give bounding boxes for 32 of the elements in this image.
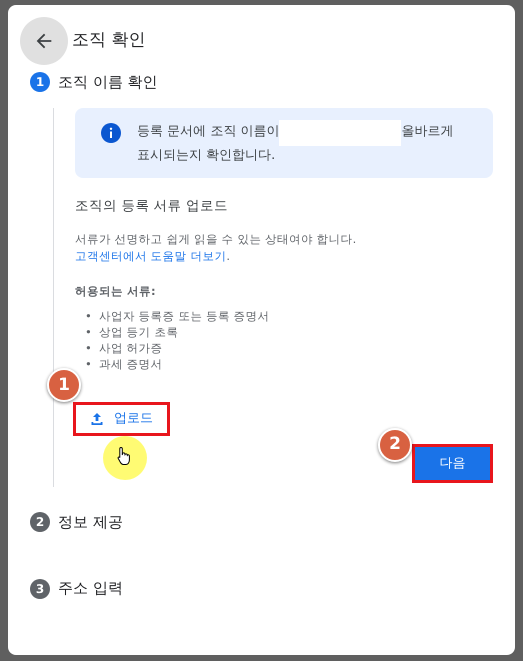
step-number: 3	[30, 578, 50, 599]
notice-text: 등록 문서에 조직 이름이	[137, 123, 280, 142]
step-label: 조직 이름 확인	[58, 72, 158, 93]
info-icon	[101, 122, 121, 142]
help-text: 서류가 선명하고 쉽게 읽을 수 있는 상태여야 합니다.	[75, 232, 356, 246]
back-button[interactable]	[20, 17, 68, 65]
cursor-highlight	[103, 436, 147, 480]
dialog-title: 조직 확인	[72, 29, 146, 52]
next-button[interactable]: 다음	[412, 444, 493, 483]
callout-badge: 1	[47, 368, 81, 402]
step-label: 정보 제공	[58, 512, 123, 533]
notice-text: 올바르게	[401, 123, 454, 142]
bullet-marker: •	[85, 340, 93, 356]
callout-badge: 2	[378, 428, 412, 462]
step-number: 1	[30, 72, 50, 92]
allowed-label: 허용되는 서류:	[75, 283, 157, 300]
document-item: 사업 허가증	[99, 340, 163, 356]
step-number: 2	[30, 512, 50, 532]
document-item: 상업 등기 초록	[99, 324, 178, 340]
upload-icon	[90, 412, 104, 426]
step-label: 주소 입력	[58, 578, 123, 600]
hand-cursor-icon	[117, 446, 133, 466]
upload-button[interactable]: 업로드	[73, 402, 170, 436]
bullet-marker: •	[85, 308, 93, 324]
notice-text: 표시되는지 확인합니다.	[137, 146, 276, 164]
help-link[interactable]: 고객센터에서 도움말 더보기	[75, 248, 226, 263]
help-text: .	[226, 248, 230, 263]
bullet-marker: •	[85, 324, 93, 340]
bullet-marker: •	[85, 356, 93, 372]
document-item: 사업자 등록증 또는 등록 증명서	[99, 308, 270, 324]
document-item: 과세 증명서	[99, 356, 163, 372]
section-heading: 조직의 등록 서류 업로드	[75, 197, 229, 216]
